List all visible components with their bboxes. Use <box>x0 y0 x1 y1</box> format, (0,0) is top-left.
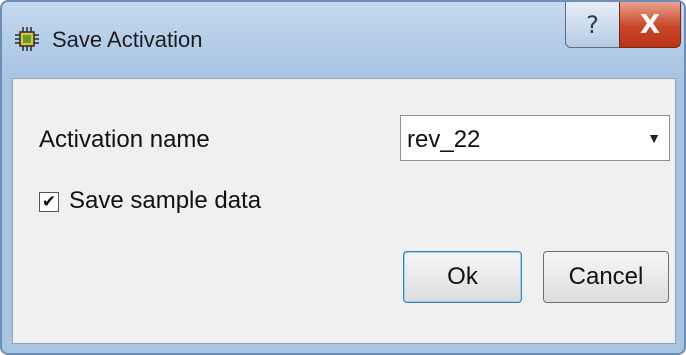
save-sample-checkbox[interactable]: ✔ <box>39 192 59 212</box>
close-button[interactable]: X <box>619 2 681 48</box>
cancel-button[interactable]: Cancel <box>543 251 669 303</box>
ok-button[interactable]: Ok <box>403 251 522 303</box>
title-bar[interactable]: Save Activation ? X <box>2 2 684 78</box>
help-button[interactable]: ? <box>565 2 620 48</box>
activation-name-label: Activation name <box>39 126 210 153</box>
activation-name-combobox[interactable]: rev_22 ▼ <box>400 115 670 161</box>
dialog-body: Activation name rev_22 ▼ ✔ Save sample d… <box>12 78 676 344</box>
dropdown-arrow-icon[interactable]: ▼ <box>639 116 669 160</box>
checkmark-icon: ✔ <box>41 191 57 212</box>
question-mark-icon: ? <box>586 10 599 39</box>
save-activation-dialog: Save Activation ? X Activation name rev_… <box>0 0 686 355</box>
save-sample-label[interactable]: Save sample data <box>69 187 261 215</box>
close-icon: X <box>639 9 661 40</box>
window-title: Save Activation <box>52 27 203 52</box>
chip-icon <box>14 26 40 52</box>
activation-name-value[interactable]: rev_22 <box>407 126 480 154</box>
